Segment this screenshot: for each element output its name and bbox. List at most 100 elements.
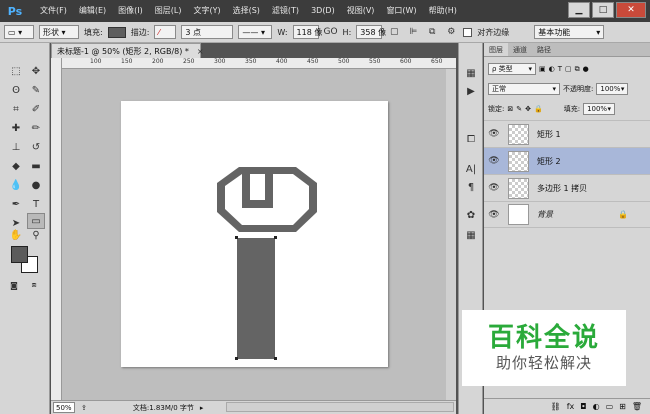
screen-mode-icon[interactable]: ⧈: [25, 277, 43, 293]
menu-3d[interactable]: 3D(D): [305, 0, 341, 22]
pixel-filter-icon[interactable]: ▣: [539, 65, 546, 73]
quick-select-tool-icon[interactable]: ✎: [27, 82, 45, 98]
blend-mode-select[interactable]: 正常 ▾: [488, 83, 560, 95]
width-input[interactable]: 118 像: [292, 25, 322, 39]
lasso-tool-icon[interactable]: ʘ: [7, 82, 25, 98]
horizontal-scrollbar[interactable]: [226, 402, 454, 412]
dodge-tool-icon[interactable]: ●: [27, 177, 45, 193]
actions-panel-icon[interactable]: ▶: [463, 83, 479, 99]
move-tool-icon[interactable]: ✥: [27, 63, 45, 79]
hand-tool-icon[interactable]: ✋: [7, 227, 25, 243]
menu-edit[interactable]: 编辑(E): [73, 0, 112, 22]
new-group-icon[interactable]: ▭: [606, 402, 614, 411]
lock-transparent-icon[interactable]: ⊠: [507, 105, 513, 113]
stroke-type-select[interactable]: —— ▾: [238, 25, 273, 39]
document-tab[interactable]: 未标题-1 @ 50% (矩形 2, RGB/8) * ×: [51, 43, 204, 58]
zoom-input[interactable]: 50%: [53, 402, 75, 413]
tool-preset-picker[interactable]: ▭ ▾: [4, 25, 34, 39]
eye-icon[interactable]: 👁: [484, 183, 504, 193]
character-panel-icon[interactable]: A|: [463, 161, 479, 177]
blur-tool-icon[interactable]: 💧: [7, 177, 25, 193]
type-filter-icon[interactable]: T: [558, 65, 562, 73]
tab-paths[interactable]: 路径: [532, 43, 556, 56]
close-button[interactable]: ✕: [616, 2, 646, 18]
vertical-scrollbar[interactable]: [446, 69, 456, 400]
eye-icon[interactable]: 👁: [484, 156, 504, 166]
quick-mask-icon[interactable]: ◙: [5, 277, 23, 293]
menu-window[interactable]: 窗口(W): [380, 0, 422, 22]
workspace-select[interactable]: 基本功能 ▾: [534, 25, 605, 39]
eraser-tool-icon[interactable]: ◆: [7, 158, 25, 174]
menu-select[interactable]: 选择(S): [227, 0, 266, 22]
eye-icon[interactable]: 👁: [484, 210, 504, 220]
crop-tool-icon[interactable]: ⌗: [7, 101, 25, 117]
menu-layer[interactable]: 图层(L): [149, 0, 188, 22]
fill-input[interactable]: 100% ▾: [583, 103, 616, 115]
properties-panel-icon[interactable]: ⧠: [463, 131, 479, 147]
trash-icon[interactable]: 🗑: [632, 402, 642, 411]
smart-object-filter-icon[interactable]: ⧉: [575, 65, 580, 74]
lock-all-icon[interactable]: 🔒: [534, 105, 543, 113]
menu-help[interactable]: 帮助(H): [423, 0, 463, 22]
height-input[interactable]: 358 像: [356, 25, 386, 39]
filter-toggle-icon[interactable]: ●: [583, 65, 589, 73]
gear-icon[interactable]: ⚙: [444, 25, 458, 39]
tab-layers[interactable]: 图层: [484, 43, 508, 56]
path-operations-icon[interactable]: ▢: [387, 25, 401, 39]
lock-position-icon[interactable]: ✥: [525, 105, 531, 113]
stroke-width-input[interactable]: 3 点: [181, 25, 234, 39]
maximize-button[interactable]: □: [592, 2, 614, 18]
path-alignment-icon[interactable]: ⊫: [406, 25, 420, 39]
menu-view[interactable]: 视图(V): [341, 0, 381, 22]
menu-type[interactable]: 文字(Y): [187, 0, 226, 22]
menu-file[interactable]: 文件(F): [34, 0, 73, 22]
shape-filter-icon[interactable]: ▢: [565, 65, 572, 73]
opacity-input[interactable]: 100% ▾: [596, 83, 629, 95]
minimize-button[interactable]: ▁: [568, 2, 590, 18]
fx-icon[interactable]: fx: [567, 402, 575, 411]
anchor-point: [235, 236, 238, 239]
type-tool-icon[interactable]: T: [27, 196, 45, 212]
fill-swatch[interactable]: [107, 26, 126, 38]
layer-row[interactable]: 👁 背景 🔒: [484, 201, 650, 228]
tool-presets-icon[interactable]: ✿: [463, 207, 479, 223]
path-arrangement-icon[interactable]: ⧉: [425, 25, 439, 39]
new-layer-icon[interactable]: ⊞: [619, 402, 626, 411]
paragraph-panel-icon[interactable]: ¶: [463, 179, 479, 195]
align-edges-label: 对齐边缘: [477, 27, 510, 37]
link-icon[interactable]: GO: [324, 25, 338, 39]
gradient-tool-icon[interactable]: ▬: [27, 158, 45, 174]
layer-row[interactable]: 👁 矩形 2: [484, 147, 650, 174]
menu-image[interactable]: 图像(I): [112, 0, 149, 22]
history-panel-icon[interactable]: ▦: [463, 65, 479, 81]
healing-brush-tool-icon[interactable]: ✚: [7, 120, 25, 136]
adjustment-filter-icon[interactable]: ◐: [549, 65, 555, 73]
blend-row: 正常 ▾ 不透明度: 100% ▾: [488, 83, 629, 95]
pen-tool-icon[interactable]: ✒: [7, 196, 25, 212]
menu-filter[interactable]: 滤镜(T): [266, 0, 305, 22]
add-mask-icon[interactable]: ◘: [580, 402, 586, 411]
eye-icon[interactable]: 👁: [484, 129, 504, 139]
brush-tool-icon[interactable]: ✏: [27, 120, 45, 136]
link-layers-icon[interactable]: ⛓: [551, 402, 561, 411]
layer-row[interactable]: 👁 多边形 1 拷贝: [484, 174, 650, 201]
export-icon[interactable]: ⇪: [81, 404, 87, 412]
lock-pixels-icon[interactable]: ✎: [516, 105, 522, 113]
adjustment-layer-icon[interactable]: ◐: [593, 402, 600, 411]
shape-mode-select[interactable]: 形状 ▾: [39, 25, 79, 39]
canvas[interactable]: [121, 101, 388, 367]
clone-stamp-tool-icon[interactable]: ⊥: [7, 139, 25, 155]
marquee-tool-icon[interactable]: ⬚: [7, 63, 25, 79]
foreground-color-swatch[interactable]: [11, 246, 28, 263]
stroke-swatch[interactable]: ⁄: [154, 25, 177, 39]
history-brush-tool-icon[interactable]: ↺: [27, 139, 45, 155]
zoom-tool-icon[interactable]: ⚲: [27, 227, 45, 243]
swatches-panel-icon[interactable]: ▦: [463, 227, 479, 243]
layer-kind-select[interactable]: ρ 类型 ▾: [488, 63, 536, 75]
info-arrow-icon[interactable]: ▸: [200, 404, 204, 412]
align-edges-checkbox[interactable]: [463, 27, 473, 37]
tab-channels[interactable]: 通道: [508, 43, 532, 56]
eyedropper-tool-icon[interactable]: ✐: [27, 101, 45, 117]
close-icon[interactable]: ×: [197, 47, 204, 56]
layer-row[interactable]: 👁 矩形 1: [484, 120, 650, 147]
